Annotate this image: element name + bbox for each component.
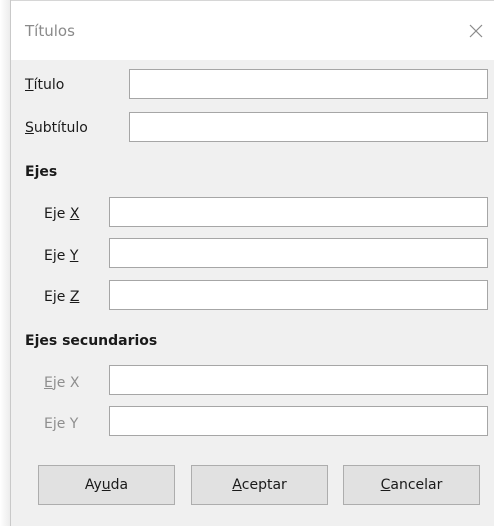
secondary-y-axis-label: Eje Y	[44, 416, 79, 432]
title-label: Título	[25, 77, 64, 93]
y-axis-label: Eje Y	[44, 248, 78, 264]
subtitle-label-mnemonic: S	[25, 120, 34, 136]
z-axis-label-mnemonic: Z	[69, 289, 80, 305]
x-axis-label-prefix: Eje	[44, 206, 70, 222]
close-button[interactable]	[463, 18, 489, 44]
secondary-x-axis-label-rest: je X	[52, 375, 80, 391]
subtitle-input[interactable]	[129, 112, 488, 142]
y-axis-label-prefix: Eje	[44, 248, 70, 264]
subtitle-label: Subtítulo	[25, 120, 88, 136]
help-button-label-post: da	[110, 477, 129, 493]
help-button-label-mnemonic: u	[101, 477, 111, 493]
accept-button[interactable]: Aceptar	[191, 465, 328, 505]
secondary-x-axis-input[interactable]	[109, 365, 488, 395]
subtitle-label-rest: ubtítulo	[33, 120, 88, 136]
background-window-edge	[0, 0, 10, 526]
x-axis-label: Eje X	[44, 206, 79, 222]
secondary-x-axis-label-mnemonic: E	[44, 375, 53, 391]
y-axis-input[interactable]	[109, 238, 488, 268]
titlebar-top-border	[11, 0, 494, 1]
z-axis-label: Eje Z	[44, 289, 79, 305]
title-label-mnemonic: T	[25, 77, 34, 93]
close-icon	[469, 24, 483, 38]
dialog-title: Títulos	[25, 22, 75, 40]
x-axis-input[interactable]	[109, 197, 488, 227]
title-input[interactable]	[129, 69, 488, 99]
cancel-button-label-mnemonic: C	[380, 477, 391, 493]
secondary-axes-heading: Ejes secundarios	[25, 333, 158, 349]
accept-button-label-mnemonic: A	[232, 477, 242, 493]
accept-button-label-post: ceptar	[241, 477, 287, 493]
cancel-button[interactable]: Cancelar	[343, 465, 480, 505]
secondary-y-axis-input[interactable]	[109, 406, 488, 436]
help-button[interactable]: Ay u da	[38, 465, 175, 505]
cancel-button-label-post: ancelar	[390, 477, 443, 493]
x-axis-label-mnemonic: X	[69, 206, 80, 222]
title-label-rest: ítulo	[33, 77, 65, 93]
z-axis-label-prefix: Eje	[44, 289, 70, 305]
help-button-label-pre: Ay	[84, 477, 102, 493]
y-axis-label-mnemonic: Y	[69, 248, 79, 264]
secondary-x-axis-label: Eje X	[44, 375, 79, 391]
titles-dialog: Títulos Título Subtítulo Ejes Eje X Eje …	[10, 0, 494, 526]
z-axis-input[interactable]	[109, 280, 488, 310]
axes-heading: Ejes	[25, 164, 58, 180]
dialog-titlebar: Títulos	[11, 0, 494, 60]
